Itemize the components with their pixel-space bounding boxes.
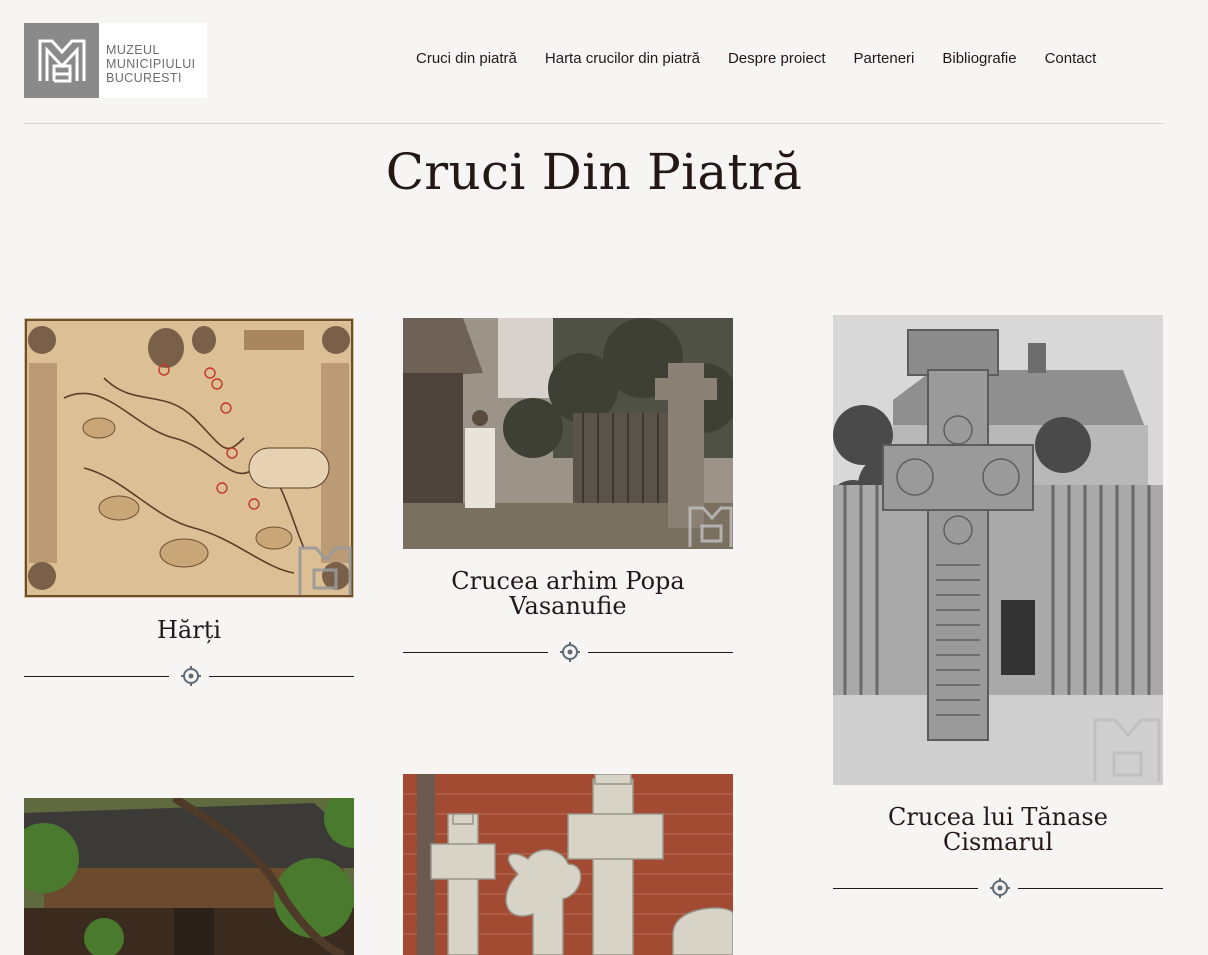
- logo-wordmark: MUZEUL MUNICIPIULUI BUCURESTI: [99, 23, 196, 98]
- divider-line-right: [1018, 888, 1163, 889]
- card-divider: [24, 665, 354, 687]
- crosshair-icon: [560, 642, 580, 662]
- divider-line-right: [209, 676, 354, 677]
- card-wooden-shelter[interactable]: [24, 798, 354, 955]
- card-divider: [403, 641, 733, 663]
- divider-line-left: [403, 652, 548, 653]
- nav-item-parteneri[interactable]: Parteneri: [854, 49, 915, 69]
- site-logo[interactable]: MUZEUL MUNICIPIULUI BUCURESTI: [24, 23, 207, 98]
- card-title-harti[interactable]: Hărți: [24, 618, 354, 643]
- crosshair-icon: [990, 878, 1010, 898]
- main-navigation: Cruci din piatră Harta crucilor din piat…: [416, 49, 1096, 69]
- nav-item-cruci-din-piatra[interactable]: Cruci din piatră: [416, 49, 517, 69]
- card-image-wooden-shelter[interactable]: [24, 798, 354, 955]
- card-crucea-arhim-popa-vasanufie[interactable]: Crucea arhim Popa Vasanufie: [403, 318, 733, 663]
- logo-line-2: MUNICIPIULUI: [106, 56, 196, 71]
- card-image-stone-crosses[interactable]: [403, 774, 733, 955]
- card-title-crucea-lui-tanase-cismarul[interactable]: Crucea lui Tănase Cismarul: [833, 805, 1163, 855]
- card-image-map[interactable]: [24, 318, 354, 598]
- card-harti[interactable]: Hărți: [24, 318, 354, 687]
- card-crucea-lui-tanase-cismarul[interactable]: Crucea lui Tănase Cismarul: [833, 315, 1163, 899]
- card-divider: [833, 877, 1163, 899]
- divider-line-right: [588, 652, 733, 653]
- card-stone-crosses-brick[interactable]: [403, 774, 733, 955]
- page-title: Cruci Din Piatră: [385, 143, 803, 201]
- nav-item-bibliografie[interactable]: Bibliografie: [942, 49, 1016, 69]
- logo-line-3: BUCURESTI: [106, 70, 182, 85]
- museum-logo-icon: [24, 23, 99, 98]
- nav-item-despre-proiect[interactable]: Despre proiect: [728, 49, 826, 69]
- crosshair-icon: [181, 666, 201, 686]
- divider-line-left: [24, 676, 169, 677]
- card-image-bw-photo[interactable]: [833, 315, 1163, 785]
- header-divider: [24, 123, 1164, 124]
- divider-line-left: [833, 888, 978, 889]
- card-title-crucea-arhim-popa-vasanufie[interactable]: Crucea arhim Popa Vasanufie: [403, 569, 733, 619]
- nav-item-contact[interactable]: Contact: [1045, 49, 1097, 69]
- card-image-sepia-photo[interactable]: [403, 318, 733, 549]
- nav-item-harta-crucilor[interactable]: Harta crucilor din piatră: [545, 49, 700, 69]
- logo-line-1: MUZEUL: [106, 42, 160, 57]
